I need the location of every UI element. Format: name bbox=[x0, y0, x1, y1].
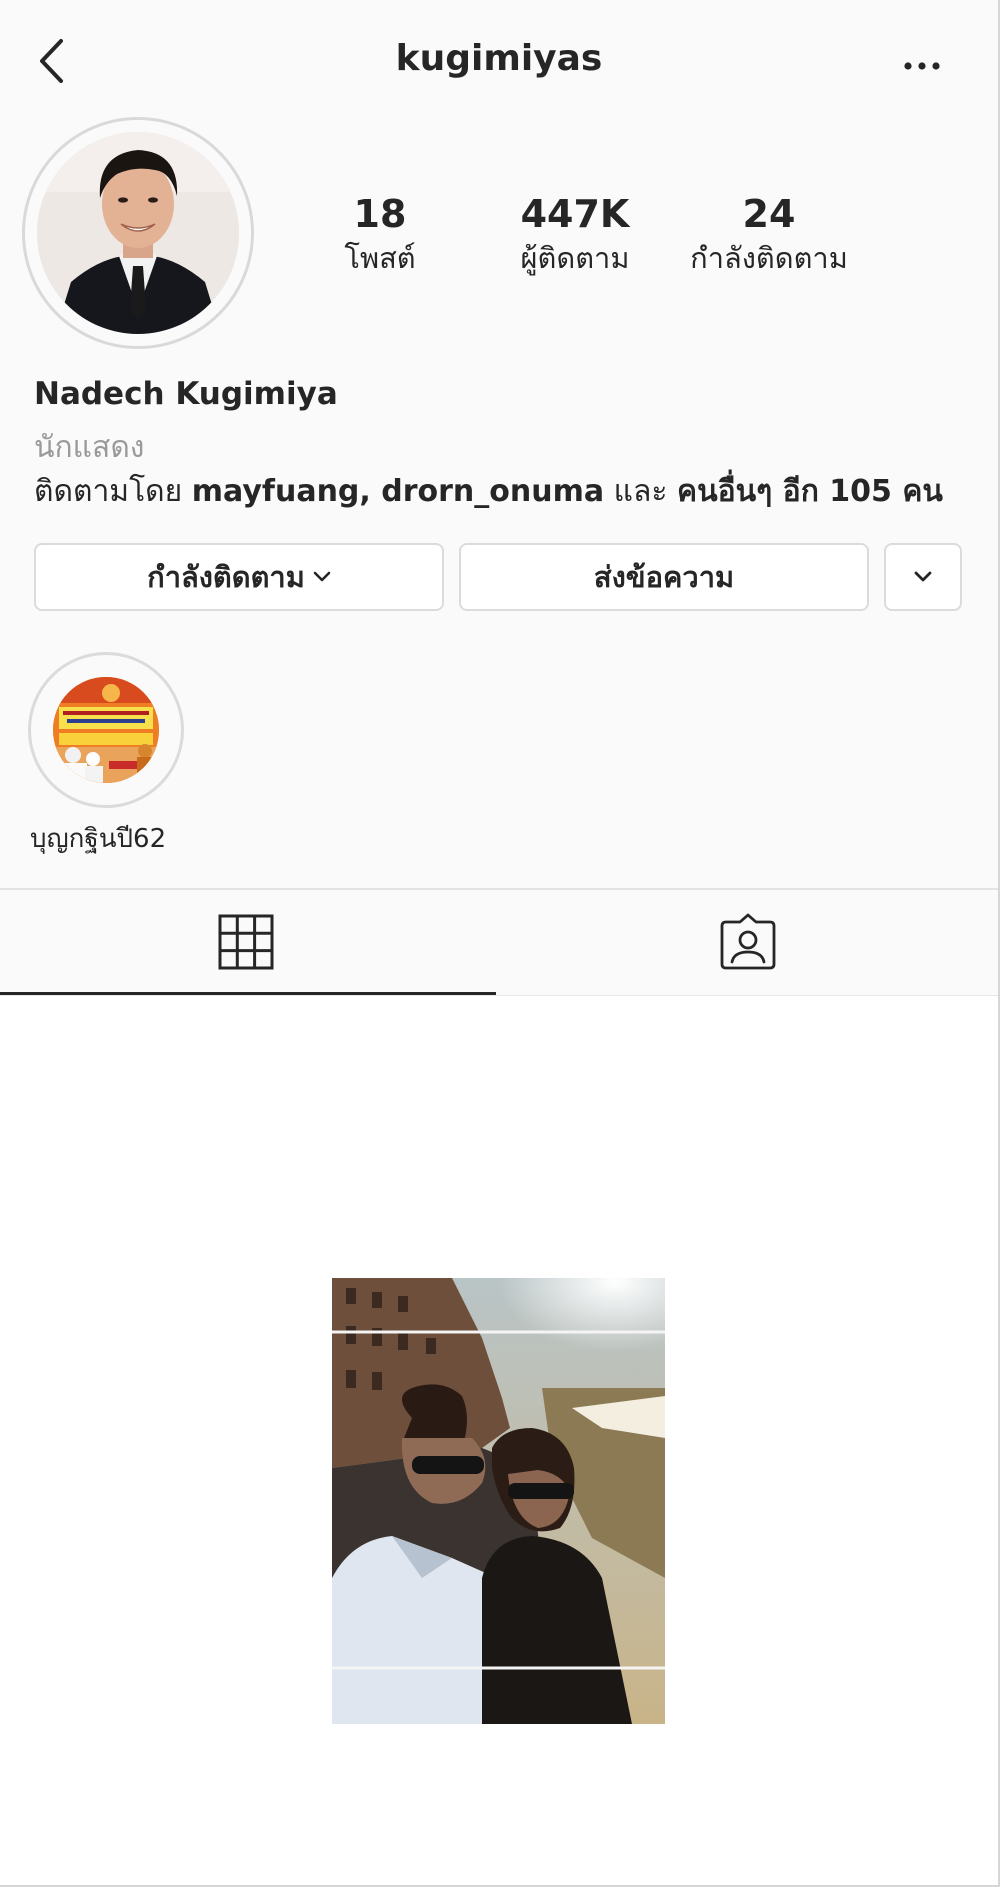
post-photo bbox=[332, 1278, 665, 1724]
avatar-photo bbox=[37, 132, 239, 334]
posts-count: 18 bbox=[353, 192, 407, 236]
message-button-label: ส่งข้อความ bbox=[593, 560, 735, 594]
more-horizontal-icon bbox=[904, 62, 940, 70]
tab-posts-grid[interactable] bbox=[0, 890, 496, 994]
profile-username: kugimiyas bbox=[395, 38, 603, 79]
followed-by-prefix: ติดตามโดย bbox=[34, 474, 192, 509]
following-label: กำลังติดตาม bbox=[690, 241, 848, 275]
message-button[interactable]: ส่งข้อความ bbox=[459, 543, 869, 611]
chevron-down-icon bbox=[914, 571, 932, 582]
followed-by-names[interactable]: mayfuang, drorn_onuma bbox=[192, 474, 604, 509]
stat-following[interactable]: 24 กำลังติดตาม bbox=[678, 192, 860, 278]
suggested-accounts-button[interactable] bbox=[884, 543, 962, 611]
post-thumbnail[interactable] bbox=[332, 1278, 665, 1724]
following-button-label: กำลังติดตาม bbox=[147, 560, 305, 594]
profile-full-name: Nadech Kugimiya bbox=[34, 376, 338, 412]
profile-avatar[interactable] bbox=[22, 117, 254, 349]
more-options-button[interactable] bbox=[896, 46, 948, 82]
stat-followers[interactable]: 447K ผู้ติดตาม bbox=[500, 192, 650, 278]
following-count: 24 bbox=[742, 192, 796, 236]
stat-posts[interactable]: 18 โพสต์ bbox=[330, 192, 430, 278]
followers-count: 447K bbox=[520, 192, 630, 236]
tab-tagged[interactable] bbox=[500, 890, 998, 994]
followed-by-text[interactable]: ติดตามโดย mayfuang, drorn_onuma และ คนอื… bbox=[34, 468, 943, 515]
following-button[interactable]: กำลังติดตาม bbox=[34, 543, 444, 611]
story-highlight[interactable] bbox=[28, 652, 184, 808]
highlight-cover bbox=[53, 677, 159, 783]
followers-label: ผู้ติดตาม bbox=[520, 241, 630, 275]
followed-by-middle: และ bbox=[604, 474, 678, 509]
grid-icon bbox=[218, 914, 274, 970]
followed-by-others[interactable]: คนอื่นๆ อีก 105 คน bbox=[677, 474, 943, 509]
profile-category: นักแสดง bbox=[34, 430, 145, 465]
tagged-icon bbox=[720, 913, 776, 970]
tabs-bottom-border bbox=[0, 995, 998, 996]
highlight-label: บุญกฐินปี62 bbox=[30, 824, 167, 854]
avatar-image bbox=[37, 132, 239, 334]
posts-label: โพสต์ bbox=[344, 241, 416, 275]
chevron-down-icon bbox=[313, 571, 331, 582]
highlight-cover-image bbox=[53, 677, 159, 783]
